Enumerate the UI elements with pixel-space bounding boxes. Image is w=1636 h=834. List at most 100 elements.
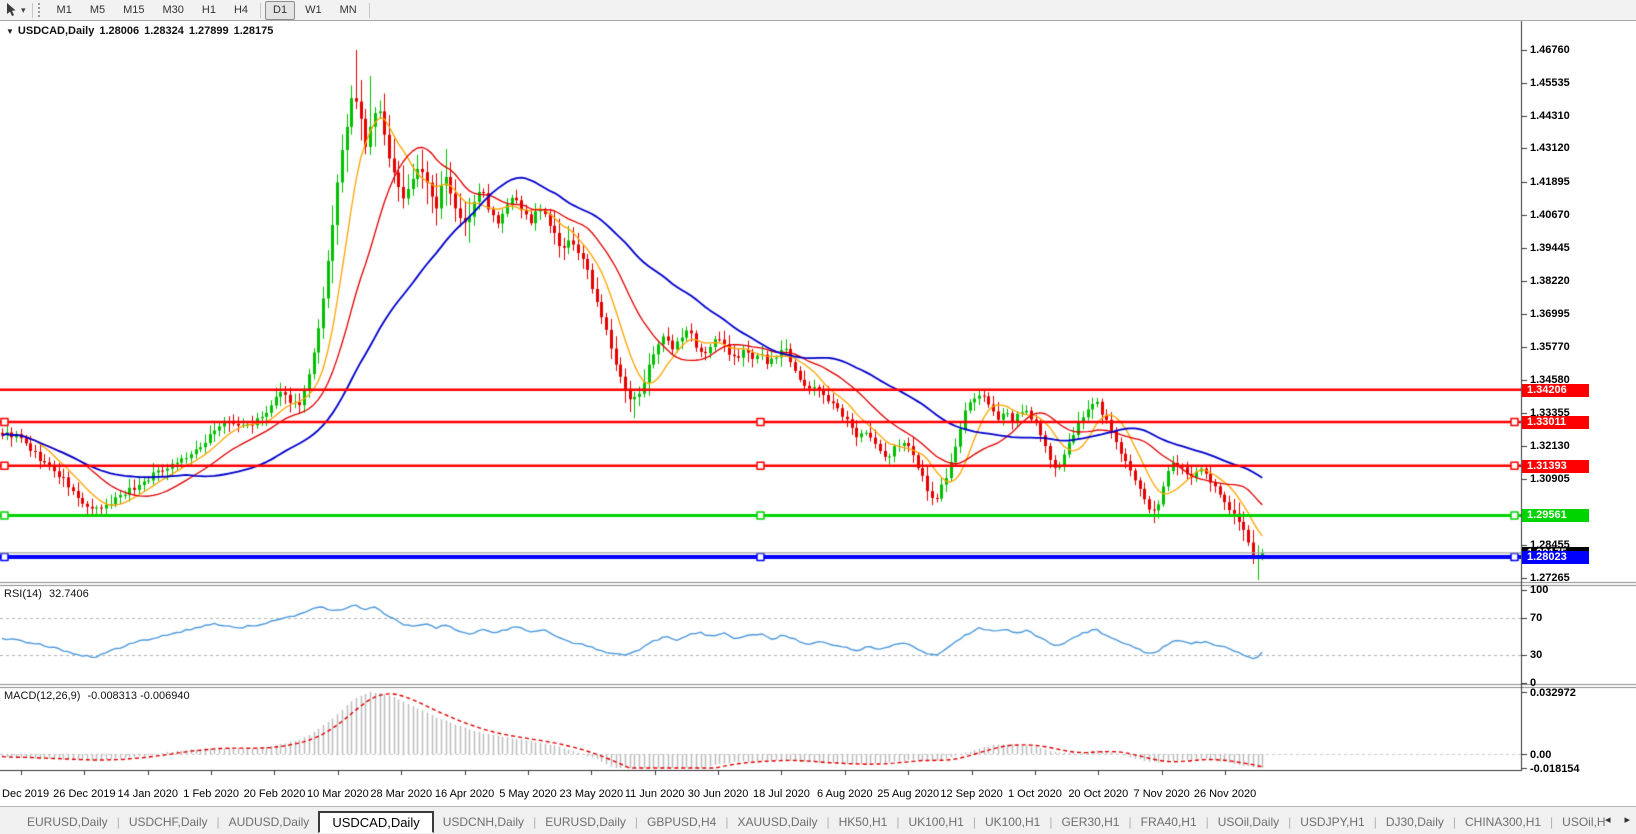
date-tick-label: 1 Oct 2020 (1008, 788, 1062, 800)
tab-gbpusd-h4[interactable]: GBPUSD,H4 (638, 812, 725, 832)
timeframe-button-h4[interactable]: H4 (226, 1, 256, 20)
hline-price-label: 1.34206 (1522, 384, 1589, 397)
tab-hk50-h1[interactable]: HK50,H1 (830, 812, 897, 832)
date-tick-label: 20 Oct 2020 (1068, 788, 1128, 800)
tab-xauusd-daily[interactable]: XAUUSD,Daily (728, 812, 826, 832)
toolbar-separator (32, 3, 33, 18)
date-tick-label: 16 Apr 2020 (435, 788, 494, 800)
rsi-tick-label: 30 (1530, 649, 1542, 661)
rsi-name: RSI(14) (4, 588, 42, 600)
date-tick-label: 26 Nov 2020 (1194, 788, 1256, 800)
toolbar-separator (369, 3, 370, 18)
macd-tick-label: -0.018154 (1530, 763, 1580, 775)
date-tick-label: 5 May 2020 (499, 788, 556, 800)
tab-usdjpy-h1[interactable]: USDJPY,H1 (1291, 812, 1373, 832)
rsi-tick-label: 100 (1530, 584, 1548, 596)
date-tick-label: 1 Feb 2020 (183, 788, 239, 800)
collapse-icon[interactable]: ▼ (6, 27, 14, 36)
toolbar-separator (260, 3, 261, 18)
ohlc-open: 1.28006 (99, 25, 139, 37)
tab-scroll-arrows: ◂ ▸ (1605, 814, 1630, 826)
date-tick-label: 11 Jun 2020 (625, 788, 685, 800)
chart-title: ▼ USDCAD,Daily 1.28006 1.28324 1.27899 1.2817… (6, 25, 273, 37)
date-tick-label: 28 Mar 2020 (370, 788, 432, 800)
tab-scroll-left-button[interactable]: ◂ (1605, 814, 1611, 826)
tab-china300-h1[interactable]: CHINA300,H1 (1456, 812, 1550, 832)
macd-indicator-label: MACD(12,26,9) -0.008313 -0.006940 (4, 690, 190, 702)
tab-usdchf-daily[interactable]: USDCHF,Daily (120, 812, 217, 832)
cursor-tool-icon[interactable] (4, 2, 20, 18)
timeframe-buttons: M1M5M15M30H1H4 D1W1MN (48, 1, 373, 20)
timeframe-button-h1[interactable]: H1 (194, 1, 224, 20)
price-tick-label: 1.43120 (1530, 142, 1570, 154)
symbol-tab-bar: EURUSD,Daily|USDCHF,Daily|AUDUSD,DailyUS… (0, 806, 1636, 834)
rsi-tick-label: 70 (1530, 612, 1542, 624)
date-tick-label: 10 Mar 2020 (307, 788, 369, 800)
toolbar-drag-grip[interactable] (38, 3, 43, 17)
timeframe-button-m5[interactable]: M5 (82, 1, 113, 20)
tab-usdcad-daily[interactable]: USDCAD,Daily (318, 811, 433, 833)
timeframe-button-m15[interactable]: M15 (115, 1, 152, 20)
tab-audusd-daily[interactable]: AUDUSD,Daily (220, 812, 319, 832)
date-tick-label: 20 Feb 2020 (244, 788, 306, 800)
hline-price-label: 1.33011 (1522, 416, 1589, 429)
price-tick-label: 1.35770 (1530, 341, 1570, 353)
rsi-value: 32.7406 (49, 588, 89, 600)
tab-scroll-right-button[interactable]: ▸ (1624, 814, 1630, 826)
date-axis[interactable]: 7 Dec 2019 26 Dec 201914 Jan 2020 1 Feb 20… (0, 788, 1521, 803)
tab-usdcnh-daily[interactable]: USDCNH,Daily (434, 812, 533, 832)
price-tick-label: 1.39445 (1530, 242, 1570, 254)
chart-symbol-label: USDCAD,Daily (18, 25, 94, 37)
tab-eurusd-daily[interactable]: EURUSD,Daily (536, 812, 635, 832)
trading-platform-window: ▾ M1M5M15M30H1H4 D1W1MN ▼ USDCAD,Daily 1.28… (0, 0, 1636, 834)
date-tick-label: 18 Jul 2020 (753, 788, 810, 800)
date-tick-label: 25 Aug 2020 (877, 788, 939, 800)
price-tick-label: 1.45535 (1530, 77, 1570, 89)
date-tick-label: 7 Nov 2020 (1134, 788, 1190, 800)
tab-dj30-daily[interactable]: DJ30,Daily (1377, 812, 1453, 832)
hline-price-label: 1.29561 (1522, 509, 1589, 522)
date-tick-label: 14 Jan 2020 (117, 788, 178, 800)
timeframe-button-m1[interactable]: M1 (49, 1, 80, 20)
ohlc-low: 1.27899 (189, 25, 229, 37)
timeframe-button-d1[interactable]: D1 (265, 1, 295, 20)
rsi-indicator-label: RSI(14) 32.7406 (4, 588, 89, 600)
date-tick-label: 26 Dec 2019 (53, 788, 115, 800)
price-tick-label: 1.41895 (1530, 176, 1570, 188)
tab-usoil-h[interactable]: USOil,H (1553, 812, 1606, 832)
price-tick-label: 1.46760 (1530, 44, 1570, 56)
ohlc-high: 1.28324 (144, 25, 184, 37)
tab-uk100-h1[interactable]: UK100,H1 (899, 812, 972, 832)
timeframe-button-w1[interactable]: W1 (297, 1, 330, 20)
macd-values: -0.008313 -0.006940 (87, 690, 189, 702)
tab-uk100-h1[interactable]: UK100,H1 (976, 812, 1049, 832)
chart-area: ▼ USDCAD,Daily 1.28006 1.28324 1.27899 1.2817… (0, 0, 1636, 834)
price-tick-label: 1.32130 (1530, 440, 1570, 452)
tab-fra40-h1[interactable]: FRA40,H1 (1132, 812, 1206, 832)
price-tick-label: 1.36995 (1530, 308, 1570, 320)
price-tick-label: 1.38220 (1530, 275, 1570, 287)
price-tick-label: 1.30905 (1530, 473, 1570, 485)
date-tick-label: 12 Sep 2020 (940, 788, 1002, 800)
symbol-tabs: EURUSD,Daily|USDCHF,Daily|AUDUSD,DailyUS… (0, 809, 1606, 834)
date-tick-label: 6 Aug 2020 (817, 788, 873, 800)
tab-eurusd-daily[interactable]: EURUSD,Daily (18, 812, 117, 832)
timeframe-toolbar: ▾ M1M5M15M30H1H4 D1W1MN (0, 0, 1636, 21)
macd-name: MACD(12,26,9) (4, 690, 80, 702)
hline-price-label: 1.31393 (1522, 460, 1589, 473)
hline-price-label: 1.28023 (1522, 551, 1589, 564)
price-tick-label: 1.40670 (1530, 209, 1570, 221)
tab-usoil-daily[interactable]: USOil,Daily (1209, 812, 1288, 832)
ohlc-close: 1.28175 (234, 25, 274, 37)
timeframe-button-mn[interactable]: MN (332, 1, 365, 20)
price-tick-label: 1.27265 (1530, 572, 1570, 584)
date-tick-label: 30 Jun 2020 (688, 788, 749, 800)
price-tick-label: 1.44310 (1530, 110, 1570, 122)
tab-ger30-h1[interactable]: GER30,H1 (1052, 812, 1128, 832)
timeframe-button-m30[interactable]: M30 (155, 1, 192, 20)
macd-tick-label: 0.032972 (1530, 687, 1576, 699)
cursor-tool-dropdown-caret-icon[interactable]: ▾ (21, 5, 26, 16)
date-tick-label: 7 Dec 2019 (0, 788, 49, 800)
macd-tick-label: 0.00 (1530, 749, 1551, 761)
date-tick-label: 23 May 2020 (560, 788, 624, 800)
